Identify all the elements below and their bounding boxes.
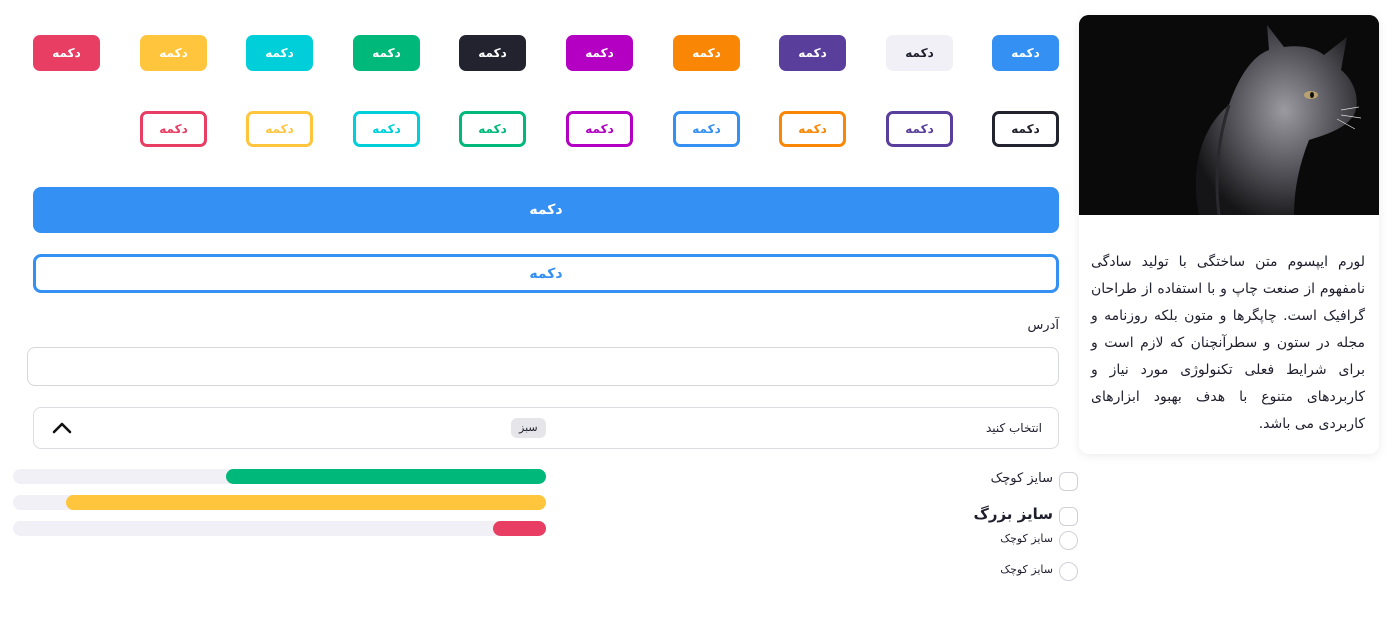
progress-bar-green bbox=[13, 469, 546, 484]
radio-small-1-label: سایز کوچک bbox=[1000, 532, 1053, 545]
outline-button-dark[interactable]: دکمه bbox=[992, 111, 1059, 147]
checkbox-small-label: سایز کوچک bbox=[990, 471, 1053, 486]
solid-button-purple[interactable]: دکمه bbox=[779, 35, 846, 71]
address-input[interactable] bbox=[27, 347, 1059, 386]
solid-button-blue[interactable]: دکمه bbox=[992, 35, 1059, 71]
color-select[interactable]: انتخاب کنید سبز bbox=[33, 407, 1059, 449]
progress-fill bbox=[226, 469, 546, 484]
solid-button-red[interactable]: دکمه bbox=[33, 35, 100, 71]
radio-small-2-label: سایز کوچک bbox=[1000, 563, 1053, 576]
progress-bar-yellow bbox=[13, 495, 546, 510]
cat-silhouette-icon bbox=[1079, 15, 1379, 216]
info-card: لورم ایپسوم متن ساختگی با تولید سادگی نا… bbox=[1079, 15, 1379, 454]
progress-fill bbox=[492, 521, 546, 536]
outline-button-cyan[interactable]: دکمه bbox=[353, 111, 420, 147]
solid-button-yellow[interactable]: دکمه bbox=[140, 35, 207, 71]
outline-button-red[interactable]: دکمه bbox=[140, 111, 207, 147]
solid-button-cyan[interactable]: دکمه bbox=[246, 35, 313, 71]
checkbox-large[interactable] bbox=[1059, 507, 1078, 526]
radio-small-2[interactable] bbox=[1059, 562, 1078, 581]
outline-button-magenta[interactable]: دکمه bbox=[566, 111, 633, 147]
progress-fill bbox=[66, 495, 546, 510]
outline-button-purple[interactable]: دکمه bbox=[886, 111, 953, 147]
checkbox-large-label: سایز بزرگ bbox=[973, 505, 1053, 523]
checkbox-small[interactable] bbox=[1059, 472, 1078, 491]
card-text: لورم ایپسوم متن ساختگی با تولید سادگی نا… bbox=[1091, 254, 1365, 432]
outline-button-orange[interactable]: دکمه bbox=[779, 111, 846, 147]
chevron-up-icon[interactable] bbox=[50, 418, 74, 438]
block-outline-button[interactable]: دکمه bbox=[33, 254, 1059, 293]
cat-photo bbox=[1079, 15, 1379, 216]
selected-tag[interactable]: سبز bbox=[511, 418, 546, 438]
solid-button-orange[interactable]: دکمه bbox=[673, 35, 740, 71]
address-label: آدرس bbox=[1027, 318, 1059, 333]
progress-bar-red bbox=[13, 521, 546, 536]
outline-button-green[interactable]: دکمه bbox=[459, 111, 526, 147]
block-solid-button[interactable]: دکمه bbox=[33, 187, 1059, 233]
solid-button-light[interactable]: دکمه bbox=[886, 35, 953, 71]
select-placeholder: انتخاب کنید bbox=[985, 421, 1042, 435]
outline-button-blue[interactable]: دکمه bbox=[673, 111, 740, 147]
solid-button-green[interactable]: دکمه bbox=[353, 35, 420, 71]
outline-button-yellow[interactable]: دکمه bbox=[246, 111, 313, 147]
solid-button-magenta[interactable]: دکمه bbox=[566, 35, 633, 71]
solid-button-dark[interactable]: دکمه bbox=[459, 35, 526, 71]
radio-small-1[interactable] bbox=[1059, 531, 1078, 550]
